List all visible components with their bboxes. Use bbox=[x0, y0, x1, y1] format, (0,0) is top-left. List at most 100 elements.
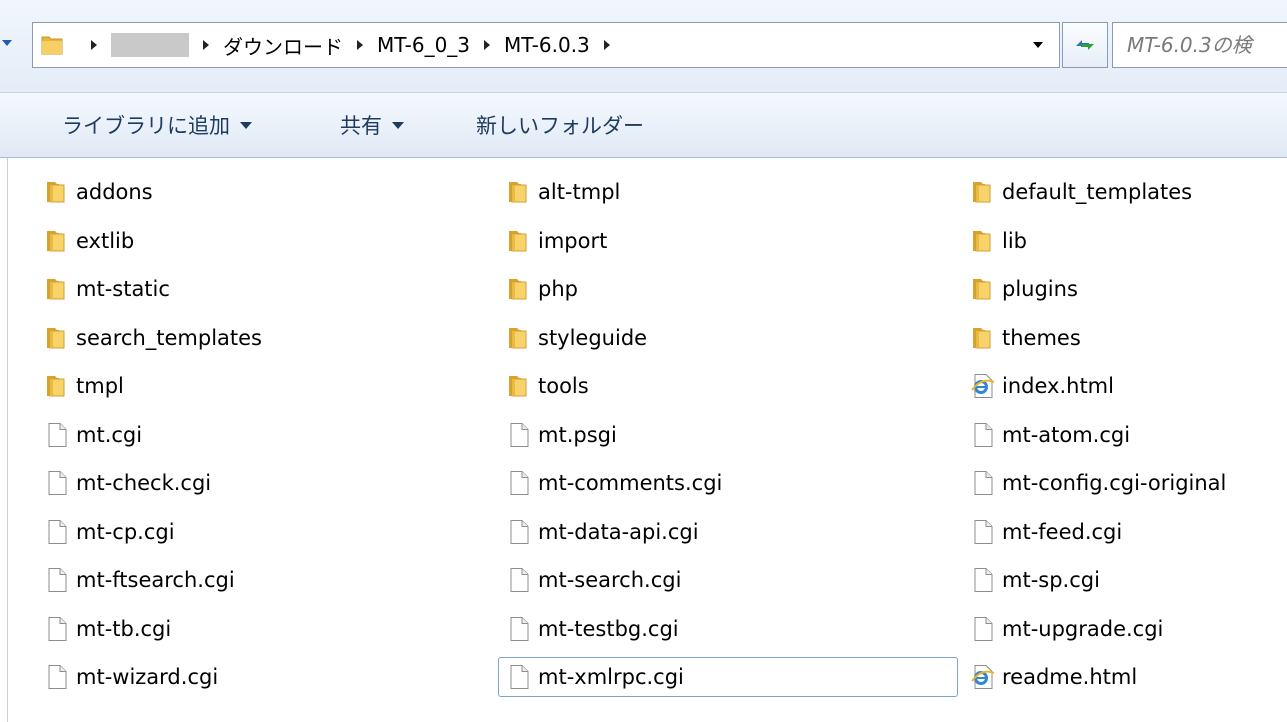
file-item-mt-feed-cgi[interactable]: mt-feed.cgi bbox=[970, 512, 1122, 552]
breadcrumb-separator-icon[interactable] bbox=[357, 40, 363, 50]
file-icon bbox=[506, 616, 532, 642]
file-item-mt-cgi[interactable]: mt.cgi bbox=[44, 415, 142, 455]
breadcrumb-item-mt-6.0.3[interactable]: MT-6.0.3 bbox=[504, 33, 590, 57]
folder-item-tools[interactable]: tools bbox=[506, 366, 589, 406]
item-name: readme.html bbox=[1002, 665, 1138, 689]
item-name: mt-atom.cgi bbox=[1002, 422, 1131, 447]
breadcrumb-item-downloads[interactable]: ダウンロード bbox=[223, 31, 343, 60]
folder-item-mt-static[interactable]: mt-static bbox=[44, 269, 170, 309]
file-item-mt-config-cgi-original[interactable]: mt-config.cgi-original bbox=[970, 463, 1226, 503]
item-name: mt-check.cgi bbox=[76, 471, 212, 495]
file-icon bbox=[44, 422, 70, 448]
file-icon bbox=[970, 422, 996, 448]
folder-item-addons[interactable]: addons bbox=[44, 172, 153, 212]
file-icon bbox=[970, 616, 996, 642]
item-name: mt-sp.cgi bbox=[1002, 568, 1100, 592]
file-icon bbox=[970, 567, 996, 593]
folder-icon bbox=[506, 228, 532, 254]
folder-icon bbox=[506, 179, 532, 205]
item-name: alt-tmpl bbox=[538, 180, 621, 204]
breadcrumb: ダウンロード MT-6_0_3 MT-6.0.3 bbox=[91, 23, 624, 67]
folder-item-default-templates[interactable]: default_templates bbox=[970, 172, 1192, 212]
item-name: mt-comments.cgi bbox=[538, 471, 723, 495]
folder-item-lib[interactable]: lib bbox=[970, 221, 1027, 261]
item-name: plugins bbox=[1002, 277, 1078, 301]
new-folder-button[interactable]: 新しいフォルダー bbox=[476, 93, 644, 157]
file-item-mt-testbg-cgi[interactable]: mt-testbg.cgi bbox=[506, 609, 679, 649]
folder-icon bbox=[506, 276, 532, 302]
nav-history-dropdown-icon[interactable] bbox=[2, 40, 12, 46]
file-icon bbox=[506, 422, 532, 448]
folder-item-plugins[interactable]: plugins bbox=[970, 269, 1078, 309]
file-item-mt-upgrade-cgi[interactable]: mt-upgrade.cgi bbox=[970, 609, 1163, 649]
add-to-library-button[interactable]: ライブラリに追加 bbox=[62, 93, 252, 157]
internet-explorer-icon bbox=[970, 664, 996, 690]
breadcrumb-separator-icon[interactable] bbox=[91, 40, 97, 50]
refresh-icon bbox=[1076, 40, 1094, 50]
file-item-mt-tb-cgi[interactable]: mt-tb.cgi bbox=[44, 609, 171, 649]
file-item-mt-ftsearch-cgi[interactable]: mt-ftsearch.cgi bbox=[44, 560, 235, 600]
folder-item-alt-tmpl[interactable]: alt-tmpl bbox=[506, 172, 620, 212]
folder-icon bbox=[44, 228, 70, 254]
folder-icon bbox=[970, 325, 996, 351]
file-item-readme-html[interactable]: readme.html bbox=[970, 657, 1137, 697]
folder-icon bbox=[44, 276, 70, 302]
file-item-mt-psgi[interactable]: mt.psgi bbox=[506, 415, 617, 455]
item-name: mt.cgi bbox=[76, 422, 143, 447]
item-name: mt-tb.cgi bbox=[76, 616, 172, 641]
file-item-mt-wizard-cgi[interactable]: mt-wizard.cgi bbox=[44, 657, 218, 697]
file-item-mt-sp-cgi[interactable]: mt-sp.cgi bbox=[970, 560, 1100, 600]
folder-item-tmpl[interactable]: tmpl bbox=[44, 366, 124, 406]
item-name: mt-cp.cgi bbox=[76, 519, 175, 544]
breadcrumb-item-user-redacted[interactable] bbox=[111, 33, 189, 57]
search-box[interactable] bbox=[1112, 22, 1287, 68]
folder-item-search-templates[interactable]: search_templates bbox=[44, 318, 262, 358]
item-name: mt-config.cgi-original bbox=[1002, 471, 1227, 495]
item-name: extlib bbox=[76, 228, 135, 253]
file-icon bbox=[44, 519, 70, 545]
item-name: mt-testbg.cgi bbox=[538, 616, 679, 641]
folder-icon bbox=[970, 276, 996, 302]
file-icon bbox=[506, 519, 532, 545]
file-icon bbox=[44, 470, 70, 496]
file-item-index-html[interactable]: index.html bbox=[970, 366, 1114, 406]
folder-item-import[interactable]: import bbox=[506, 221, 607, 261]
file-item-mt-cp-cgi[interactable]: mt-cp.cgi bbox=[44, 512, 175, 552]
file-icon bbox=[506, 567, 532, 593]
file-list[interactable]: addons alt-tmpl default_templatesextlib imp… bbox=[0, 158, 1287, 722]
file-item-mt-comments-cgi[interactable]: mt-comments.cgi bbox=[506, 463, 722, 503]
file-item-mt-search-cgi[interactable]: mt-search.cgi bbox=[506, 560, 681, 600]
file-icon bbox=[506, 664, 532, 690]
breadcrumb-separator-icon[interactable] bbox=[603, 40, 610, 50]
item-name: tools bbox=[538, 374, 589, 398]
file-icon bbox=[44, 567, 70, 593]
item-name: mt.psgi bbox=[538, 422, 617, 447]
item-name: lib bbox=[1002, 228, 1027, 253]
command-toolbar: ライブラリに追加 共有 新しいフォルダー bbox=[0, 92, 1287, 158]
address-bar-row: ダウンロード MT-6_0_3 MT-6.0.3 bbox=[0, 0, 1287, 92]
folder-item-extlib[interactable]: extlib bbox=[44, 221, 134, 261]
folder-icon bbox=[44, 179, 70, 205]
item-name: search_templates bbox=[76, 325, 262, 350]
folder-icon bbox=[506, 325, 532, 351]
file-item-mt-xmlrpc-cgi[interactable]: mt-xmlrpc.cgi bbox=[498, 657, 958, 697]
share-button[interactable]: 共有 bbox=[340, 93, 404, 157]
internet-explorer-icon bbox=[970, 373, 996, 399]
item-name: mt-ftsearch.cgi bbox=[76, 568, 235, 592]
breadcrumb-separator-icon[interactable] bbox=[203, 40, 209, 50]
folder-item-themes[interactable]: themes bbox=[970, 318, 1081, 358]
breadcrumb-item-mt-6_0_3[interactable]: MT-6_0_3 bbox=[377, 33, 470, 57]
search-input[interactable] bbox=[1127, 23, 1287, 67]
folder-item-styleguide[interactable]: styleguide bbox=[506, 318, 647, 358]
refresh-button[interactable] bbox=[1062, 22, 1108, 68]
folder-item-php[interactable]: php bbox=[506, 269, 578, 309]
file-item-mt-atom-cgi[interactable]: mt-atom.cgi bbox=[970, 415, 1130, 455]
address-dropdown-icon[interactable] bbox=[1033, 42, 1043, 48]
share-label: 共有 bbox=[340, 114, 382, 138]
file-item-mt-check-cgi[interactable]: mt-check.cgi bbox=[44, 463, 211, 503]
breadcrumb-separator-icon[interactable] bbox=[484, 40, 491, 50]
address-bar[interactable]: ダウンロード MT-6_0_3 MT-6.0.3 bbox=[32, 22, 1060, 68]
pane-divider bbox=[7, 158, 8, 722]
chevron-down-icon bbox=[240, 121, 252, 129]
file-item-mt-data-api-cgi[interactable]: mt-data-api.cgi bbox=[506, 512, 699, 552]
